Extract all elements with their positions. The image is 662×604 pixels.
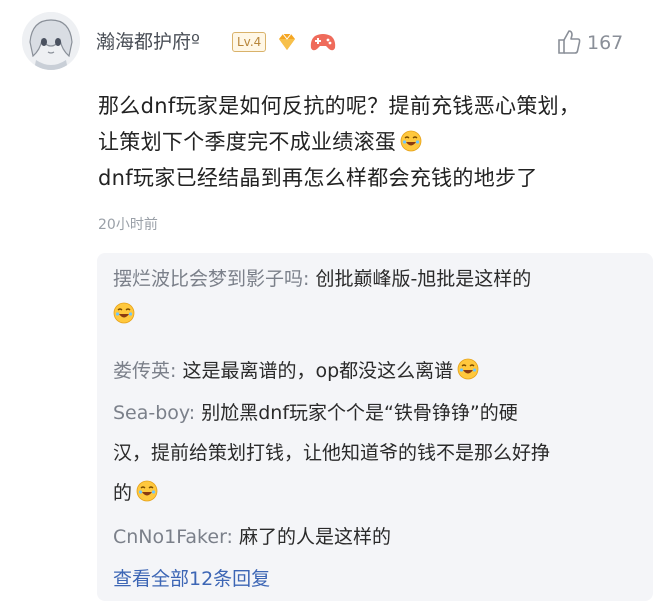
comment-line-with-emoji: 让策划下个季度完不成业绩滚蛋 xyxy=(98,124,648,160)
reply-text: 汉，提前给策划打钱，让他知道爷的钱不是那么好挣 xyxy=(113,442,551,464)
laughing-emoji-icon xyxy=(400,130,422,152)
reply-author[interactable]: CnNo1Faker: xyxy=(113,526,233,548)
level-badge: Lv.4 xyxy=(232,32,267,52)
avatar[interactable] xyxy=(22,12,80,70)
laughing-emoji-icon xyxy=(457,358,479,380)
replies-panel[interactable]: 摆烂波比会梦到影子吗: 创批巅峰版-旭批是这样的 娄传英: 这是最离谱的，op都… xyxy=(97,253,653,601)
reply-text: 这是最离谱的，op都没这么离谱 xyxy=(176,360,454,382)
reply-author[interactable]: 娄传英: xyxy=(113,360,176,382)
reply-emoji-line xyxy=(113,297,135,333)
reply-text: 的 xyxy=(113,482,133,504)
diamond-badge-icon xyxy=(279,33,295,50)
comment-content: 那么dnf玩家是如何反抗的呢？提前充钱恶心策划， 让策划下个季度完不成业绩滚蛋 … xyxy=(98,88,648,196)
reply-continuation: 的 xyxy=(113,475,158,511)
reply-item[interactable]: 娄传英: 这是最离谱的，op都没这么离谱 xyxy=(113,353,479,389)
reply-item[interactable]: CnNo1Faker: 麻了的人是这样的 xyxy=(113,519,391,555)
comment-line: dnf玩家已经结晶到再怎么样都会充钱的地步了 xyxy=(98,166,538,190)
reply-text: 别尬黑dnf玩家个个是“铁骨铮铮”的硬 xyxy=(195,402,518,424)
gamepad-badge-icon xyxy=(310,34,336,51)
reply-author[interactable]: Sea-boy: xyxy=(113,402,195,424)
reply-text: 麻了的人是这样的 xyxy=(232,526,392,548)
laughing-emoji-icon xyxy=(136,480,158,502)
thumbs-up-icon[interactable] xyxy=(556,28,582,56)
comment-time: 20小时前 xyxy=(98,217,158,233)
laughing-emoji-icon xyxy=(113,302,135,324)
reply-author[interactable]: 摆烂波比会梦到影子吗: xyxy=(113,268,309,290)
reply-item[interactable]: Sea-boy: 别尬黑dnf玩家个个是“铁骨铮铮”的硬 xyxy=(113,395,518,431)
comment-line-text: 让策划下个季度完不成业绩滚蛋 xyxy=(98,130,397,154)
view-all-replies-link[interactable]: 查看全部12条回复 xyxy=(113,566,270,592)
reply-text: 创批巅峰版-旭批是这样的 xyxy=(309,268,532,290)
like-count: 167 xyxy=(587,32,624,54)
reply-item[interactable]: 摆烂波比会梦到影子吗: 创批巅峰版-旭批是这样的 xyxy=(113,261,531,297)
reply-continuation: 汉，提前给策划打钱，让他知道爷的钱不是那么好挣 xyxy=(113,435,550,471)
username[interactable]: 瀚海都护府º xyxy=(96,30,200,54)
comment-line: 那么dnf玩家是如何反抗的呢？提前充钱恶心策划， xyxy=(98,94,581,118)
